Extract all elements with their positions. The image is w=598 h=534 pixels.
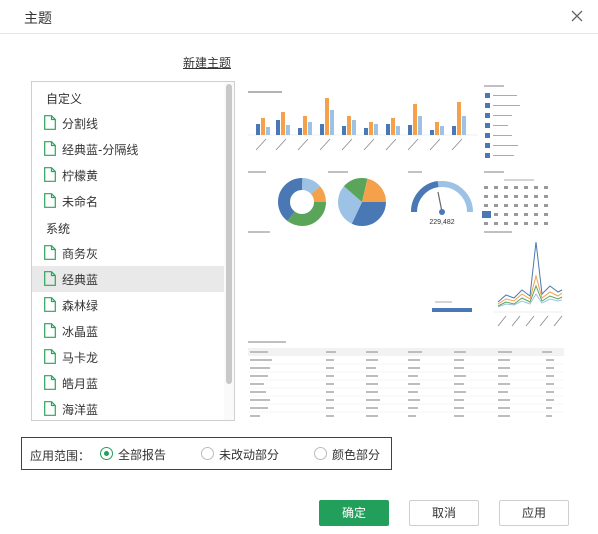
preview-calendar <box>482 171 548 225</box>
document-icon <box>44 115 56 130</box>
preview-map <box>248 231 472 312</box>
theme-item-label: 冰晶蓝 <box>62 325 99 339</box>
theme-item-label: 未命名 <box>62 195 99 209</box>
theme-item-jingdianlan-fengexian[interactable]: 经典蓝-分隔线 <box>32 136 224 162</box>
theme-item-label: 海洋蓝 <box>62 403 99 417</box>
theme-item-haiyanglan[interactable]: 海洋蓝 <box>32 396 224 420</box>
document-icon <box>44 167 56 182</box>
theme-item-makalong[interactable]: 马卡龙 <box>32 344 224 370</box>
list-scrollbar[interactable] <box>224 82 234 420</box>
theme-item-ningmenghuang[interactable]: 柠檬黄 <box>32 162 224 188</box>
scope-label: 应用范围： <box>30 449 91 463</box>
scope-option-label: 全部报告 <box>118 448 167 462</box>
theme-item-senlinlv[interactable]: 森林绿 <box>32 292 224 318</box>
document-icon <box>44 141 56 156</box>
preview-bar-chart <box>248 91 478 151</box>
apply-button[interactable]: 应用 <box>499 500 569 526</box>
close-icon[interactable] <box>568 7 586 25</box>
theme-item-label: 皓月蓝 <box>62 377 99 391</box>
document-icon <box>44 375 56 390</box>
radio-icon <box>314 447 327 460</box>
theme-item-shangwuhui[interactable]: 商务灰 <box>32 240 224 266</box>
scrollbar-thumb[interactable] <box>226 84 232 384</box>
ok-button[interactable]: 确定 <box>319 500 389 526</box>
gauge-value: 229,482 <box>429 219 454 226</box>
theme-item-haoyuelan[interactable]: 皓月蓝 <box>32 370 224 396</box>
document-icon <box>44 271 56 286</box>
dialog-titlebar: 主题 <box>0 0 598 34</box>
cancel-button[interactable]: 取消 <box>409 500 479 526</box>
preview-pie <box>328 171 386 226</box>
preview-gauge: 229,482 <box>408 171 473 226</box>
preview-checkbox-list <box>484 85 520 158</box>
theme-item-label: 经典蓝 <box>62 273 99 287</box>
document-icon <box>44 323 56 338</box>
theme-item-bingjinglan[interactable]: 冰晶蓝 <box>32 318 224 344</box>
theme-item-fengexian[interactable]: 分割线 <box>32 110 224 136</box>
theme-item-label: 马卡龙 <box>62 351 99 365</box>
dialog-title: 主题 <box>24 11 52 27</box>
theme-item-label: 柠檬黄 <box>62 169 99 183</box>
theme-item-weimingming[interactable]: 未命名 <box>32 188 224 214</box>
theme-preview: 229,482 <box>248 85 564 417</box>
new-theme-link[interactable]: 新建主题 <box>183 54 231 71</box>
document-icon <box>44 245 56 260</box>
preview-line-chart <box>484 231 563 327</box>
theme-item-label: 分割线 <box>62 117 99 131</box>
theme-item-jingdianlan[interactable]: 经典蓝 <box>32 266 224 292</box>
theme-item-label: 经典蓝-分隔线 <box>62 143 139 157</box>
radio-icon <box>201 447 214 460</box>
scope-option-label: 未改动部分 <box>219 448 280 462</box>
radio-selected-icon <box>100 447 113 460</box>
document-icon <box>44 401 56 416</box>
theme-item-label: 森林绿 <box>62 299 99 313</box>
document-icon <box>44 349 56 364</box>
document-icon <box>44 193 56 208</box>
scope-option-label: 颜色部分 <box>332 448 381 462</box>
preview-donut-1 <box>248 171 326 226</box>
system-group-label: 系统 <box>46 222 71 236</box>
document-icon <box>44 297 56 312</box>
theme-list: 自定义 分割线 经典蓝-分隔线 柠檬黄 未命名 系统 商务灰 经典蓝 森林绿 冰… <box>31 81 235 421</box>
theme-item-label: 商务灰 <box>62 247 99 261</box>
custom-group-label: 自定义 <box>46 92 83 106</box>
scope-selector: 应用范围： 全部报告 未改动部分 颜色部分 <box>21 437 392 470</box>
preview-table <box>248 341 564 417</box>
